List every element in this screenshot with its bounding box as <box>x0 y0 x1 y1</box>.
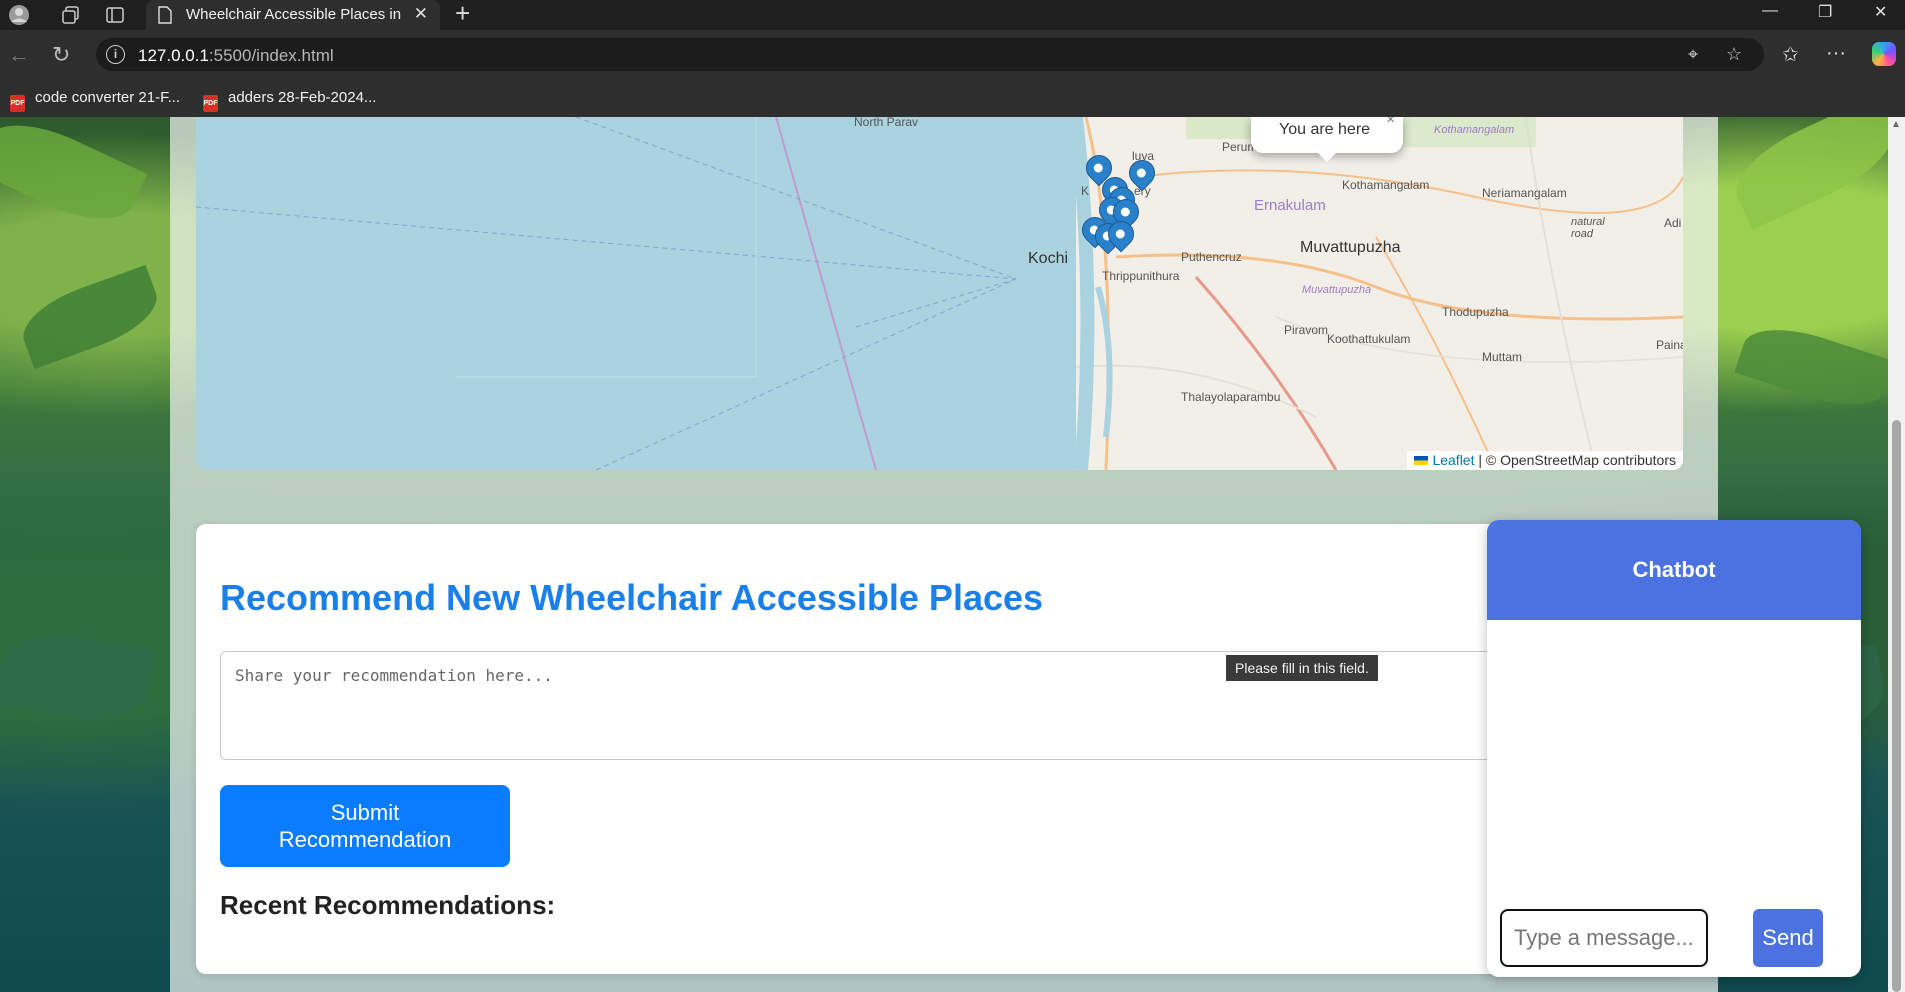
back-icon[interactable]: ← <box>8 42 30 68</box>
popup-close-icon[interactable]: × <box>1386 117 1395 128</box>
map-label: Neriamangalam <box>1482 186 1567 200</box>
submit-recommendation-button[interactable]: Submit Recommendation <box>220 785 510 867</box>
road-network <box>1069 117 1683 470</box>
ukraine-flag-icon <box>1414 456 1429 465</box>
address-bar[interactable]: i 127.0.0.1:5500/index.html ⌖ ☆ <box>96 38 1764 71</box>
land-area <box>1069 117 1683 470</box>
map-label: Puthencruz <box>1181 250 1242 264</box>
tab-title: Wheelchair Accessible Places in K <box>186 6 406 23</box>
recent-recommendations-heading: Recent Recommendations: <box>220 890 556 920</box>
popup-text: You are here <box>1279 121 1371 138</box>
map-label: Thodupuzha <box>1442 305 1509 319</box>
map-label: Koothattukulam <box>1327 332 1411 346</box>
copilot-icon[interactable] <box>1872 42 1896 66</box>
popup-tip <box>1316 151 1338 162</box>
scrollbar-thumb[interactable] <box>1892 420 1901 992</box>
page-viewport: North Parav luva ery K Perumbavoor Kotha… <box>0 117 1888 992</box>
address-url[interactable]: 127.0.0.1:5500/index.html <box>138 46 334 66</box>
bookmarks-bar: PDF code converter 21-F... PDF adders 28-F… <box>0 80 1905 118</box>
palm-leaf-decoration <box>0 624 156 730</box>
map-label: Thalayolaparambu <box>1181 390 1281 404</box>
map-label: Adi <box>1664 216 1682 230</box>
map-label: Ernakulam <box>1254 197 1326 214</box>
map-attribution: Leaflet | © OpenStreetMap contributors <box>1407 451 1683 470</box>
tab-close-icon[interactable]: ✕ <box>414 4 428 24</box>
bookmark-item[interactable]: PDF code converter 21-F... <box>10 89 180 112</box>
pdf-icon: PDF <box>10 95 25 112</box>
favorite-star-icon[interactable]: ☆ <box>1726 44 1742 65</box>
map-label: Paina <box>1656 338 1683 352</box>
map-label: natural road <box>1571 216 1605 240</box>
pdf-icon: PDF <box>203 95 218 112</box>
leaflet-link[interactable]: Leaflet <box>1432 452 1474 468</box>
site-info-icon[interactable]: i <box>106 45 125 64</box>
map-label: Muvattupuzha <box>1300 239 1401 256</box>
map-label: North Parav <box>854 117 919 129</box>
browser-tab-active[interactable]: Wheelchair Accessible Places in K ✕ <box>146 0 440 30</box>
map-label: Muvattupuzha <box>1302 284 1372 296</box>
palm-leaf-decoration <box>13 264 167 370</box>
palm-leaf-decoration <box>1723 117 1888 230</box>
vertical-tabs-icon[interactable] <box>104 4 126 26</box>
location-icon[interactable]: ⌖ <box>1688 44 1698 65</box>
restore-icon[interactable]: ❐ <box>1818 2 1832 22</box>
map-label: K <box>1081 184 1090 198</box>
browser-titlebar: Wheelchair Accessible Places in K ✕ + — … <box>0 0 1905 30</box>
chat-message-input[interactable] <box>1500 909 1708 967</box>
page-icon <box>154 4 176 26</box>
chat-send-button[interactable]: Send <box>1753 909 1823 967</box>
map[interactable]: North Parav luva ery K Perumbavoor Kotha… <box>196 117 1683 470</box>
palm-leaf-decoration <box>1734 315 1888 419</box>
map-label: Muttam <box>1482 350 1523 364</box>
new-tab-icon[interactable]: + <box>455 0 470 29</box>
refresh-icon[interactable]: ↻ <box>52 42 70 68</box>
profile-icon[interactable] <box>8 4 30 26</box>
recommend-card: Recommend New Wheelchair Accessible Plac… <box>196 524 1683 974</box>
favorites-icon[interactable]: ✩ <box>1782 42 1799 67</box>
chatbot-widget: Chatbot Send <box>1487 520 1861 977</box>
map-label: Kochi <box>1028 250 1069 267</box>
map-label: Kothamangalam <box>1434 124 1515 136</box>
map-label: Piravom <box>1284 323 1329 337</box>
scroll-up-icon[interactable]: ▲ <box>1891 119 1901 130</box>
attribution-text: | © OpenStreetMap contributors <box>1478 452 1676 468</box>
recommend-title: Recommend New Wheelchair Accessible Plac… <box>220 577 1044 618</box>
close-window-icon[interactable]: ✕ <box>1874 2 1887 22</box>
more-menu-icon[interactable]: ··· <box>1826 42 1846 65</box>
workspaces-icon[interactable] <box>60 4 82 26</box>
map-popup: You are here × <box>1251 117 1403 153</box>
chatbot-header: Chatbot <box>1487 520 1861 620</box>
map-label: Kothamangalam <box>1342 178 1430 192</box>
validation-tooltip: Please fill in this field. <box>1226 655 1378 681</box>
map-label: Thrippunithura <box>1102 269 1180 283</box>
recommendation-textarea[interactable] <box>220 651 1655 760</box>
browser-toolbar: ← ↻ i 127.0.0.1:5500/index.html ⌖ ☆ ✩ ··… <box>0 30 1905 80</box>
bookmark-item[interactable]: PDF adders 28-Feb-2024... <box>203 89 376 112</box>
palm-leaf-decoration <box>0 117 148 238</box>
minimize-icon[interactable]: — <box>1762 2 1778 20</box>
